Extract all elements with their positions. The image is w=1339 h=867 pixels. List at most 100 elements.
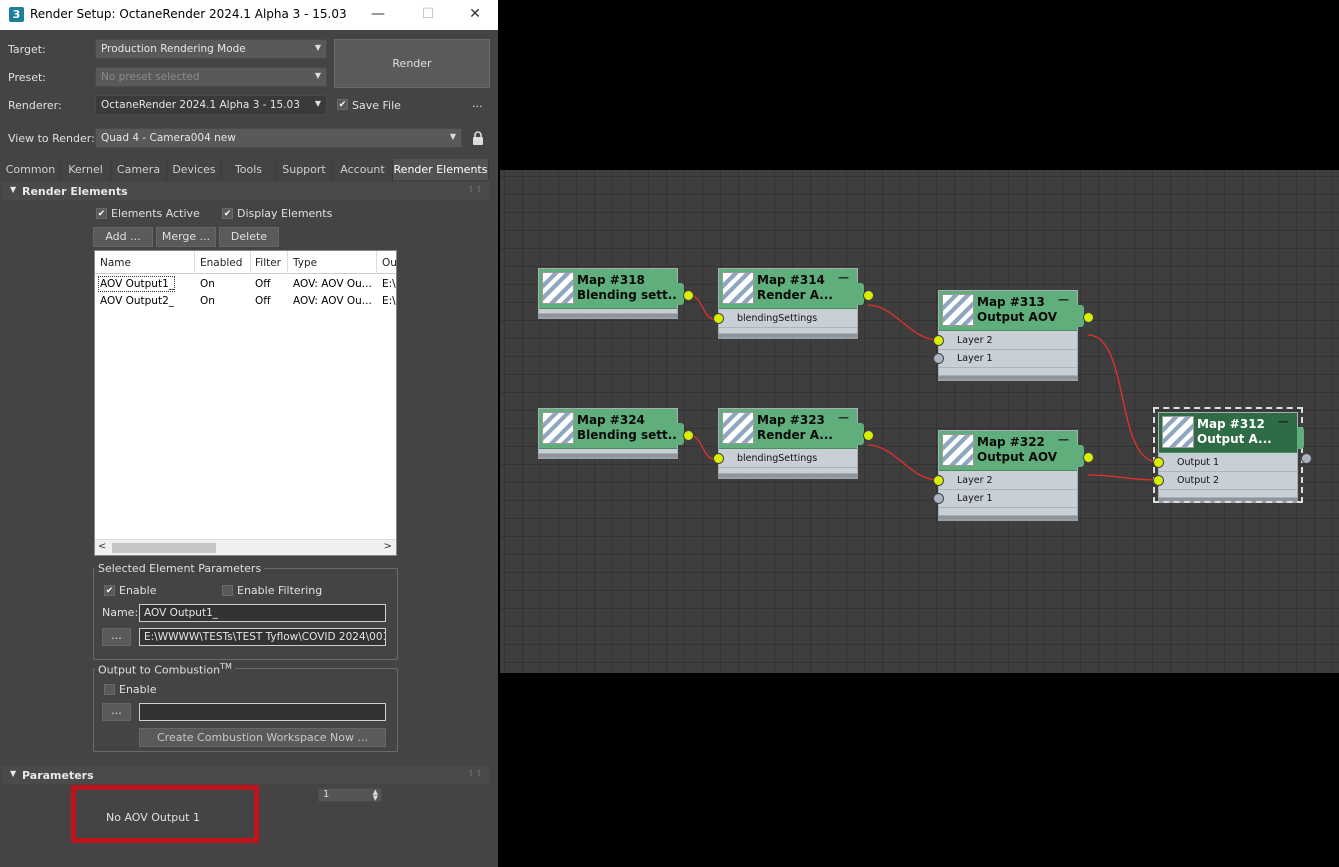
dropdown-arrow-icon: ▼ [449, 132, 456, 141]
lock-icon[interactable] [472, 131, 484, 145]
preset-dropdown[interactable]: No preset selected ▼ [95, 67, 327, 87]
render-button[interactable]: Render [334, 39, 490, 88]
node-header[interactable]: Map #314 Render A... — [719, 269, 857, 309]
aov-index-spinner[interactable]: 1 ▲ ▼ [318, 788, 382, 802]
node-header[interactable]: Map #318 Blending sett... [539, 269, 681, 309]
node-map-id: Map #313 [977, 295, 1045, 309]
node-title: Map #318 Blending sett... [577, 273, 681, 303]
node-title: Map #314 Render A... [757, 273, 833, 303]
tab-devices[interactable]: Devices [167, 159, 222, 180]
renderer-dropdown[interactable]: OctaneRender 2024.1 Alpha 3 - 15.03 ▼ [95, 95, 327, 115]
input-socket[interactable] [933, 493, 944, 504]
input-slot[interactable]: blendingSettings [713, 310, 857, 328]
tab-tools[interactable]: Tools [222, 159, 276, 180]
tab-render-elements[interactable]: Render Elements [393, 159, 489, 180]
collapse-node-button[interactable]: — [1058, 433, 1069, 446]
element-name-field[interactable]: AOV Output1_ [139, 604, 386, 622]
output-socket[interactable] [683, 290, 694, 301]
node-map-324[interactable]: Map #324 Blending sett... [538, 408, 694, 454]
combustion-browse-button[interactable]: ... [102, 703, 131, 721]
scroll-left-icon[interactable]: < [98, 541, 106, 552]
output-path-field[interactable]: E:\WWWW\TESTs\TEST Tyflow\COVID 2024\001… [139, 628, 386, 646]
parameters-rollout-header[interactable]: ▼ Parameters ⋮⋮ [2, 766, 489, 784]
node-header[interactable]: Map #322 Output AOV — [939, 431, 1077, 471]
column-header-enabled[interactable]: Enabled [200, 257, 242, 269]
selected-element-parameters-title: Selected Element Parameters [95, 562, 265, 575]
merge-element-button[interactable]: Merge ... [156, 227, 216, 247]
column-header-type[interactable]: Type [293, 257, 317, 269]
input-socket[interactable] [1153, 457, 1164, 468]
horizontal-scrollbar[interactable]: < > [95, 539, 396, 555]
node-map-314[interactable]: Map #314 Render A... — blendingSettings [713, 268, 874, 334]
column-header-output[interactable]: Ou [382, 257, 396, 269]
node-header[interactable]: Map #323 Render A... — [719, 409, 857, 449]
node-header[interactable]: Map #313 Output AOV — [939, 291, 1077, 331]
display-elements-checkbox[interactable] [222, 208, 233, 219]
input-slot[interactable]: Output 1 [1153, 454, 1297, 472]
tab-support[interactable]: Support [276, 159, 333, 180]
node-header[interactable]: Map #324 Blending sett... [539, 409, 681, 449]
input-slot[interactable]: Layer 1 [933, 490, 1077, 508]
maximize-button[interactable]: ☐ [405, 3, 451, 27]
input-socket[interactable] [933, 353, 944, 364]
table-row[interactable]: AOV Output2_ On Off AOV: AOV Ou... E:\ [95, 293, 396, 310]
browse-path-button[interactable]: ... [102, 628, 131, 646]
output-socket[interactable] [1083, 312, 1094, 323]
render-elements-rollout-header[interactable]: ▼ Render Elements ⋮⋮ [2, 182, 489, 200]
input-socket[interactable] [1153, 475, 1164, 486]
minimize-button[interactable]: — [355, 3, 401, 27]
delete-element-button[interactable]: Delete [219, 227, 279, 247]
table-row[interactable]: AOV Output1_ On Off AOV: AOV Ou... E:\ [95, 276, 396, 293]
node-map-322[interactable]: Map #322 Output AOV — Layer 2 Layer 1 [933, 430, 1094, 516]
combustion-enable-checkbox[interactable] [104, 684, 115, 695]
input-slot[interactable]: Layer 2 [933, 332, 1077, 350]
input-socket[interactable] [713, 453, 724, 464]
close-button[interactable]: ✕ [452, 3, 498, 27]
more-options-button[interactable]: ... [472, 97, 483, 110]
input-slot[interactable]: Layer 2 [933, 472, 1077, 490]
output-socket[interactable] [1301, 453, 1312, 464]
collapse-node-button[interactable]: — [838, 271, 849, 284]
input-slot[interactable]: Output 2 [1153, 472, 1297, 490]
input-socket[interactable] [933, 475, 944, 486]
node-header[interactable]: Map #312 Output A... — [1159, 413, 1297, 453]
save-file-checkbox[interactable] [337, 99, 348, 110]
map-thumbnail-icon [942, 294, 974, 326]
output-socket[interactable] [683, 430, 694, 441]
scrollbar-thumb[interactable] [112, 543, 216, 553]
input-socket[interactable] [713, 313, 724, 324]
tab-camera[interactable]: Camera [111, 159, 167, 180]
collapse-node-button[interactable]: — [1058, 293, 1069, 306]
node-map-312[interactable]: Map #312 Output A... — Output 1 Output 2 [1153, 407, 1312, 503]
collapse-node-button[interactable]: — [838, 411, 849, 424]
tab-kernel[interactable]: Kernel [61, 159, 111, 180]
output-socket[interactable] [863, 430, 874, 441]
input-slot[interactable]: blendingSettings [713, 450, 857, 468]
elements-active-checkbox[interactable] [96, 208, 107, 219]
enable-checkbox[interactable] [104, 585, 115, 596]
tab-account[interactable]: Account [333, 159, 393, 180]
enable-filtering-checkbox[interactable] [222, 585, 233, 596]
column-header-filter[interactable]: Filter [255, 257, 281, 269]
render-elements-list[interactable]: Name Enabled Filter Type Ou AOV Output1_… [94, 250, 397, 556]
add-element-button[interactable]: Add ... [93, 227, 153, 247]
node-editor-canvas[interactable]: Map #318 Blending sett... Map #314 Render A… [500, 170, 1339, 673]
output-socket[interactable] [1083, 452, 1094, 463]
column-header-name[interactable]: Name [100, 257, 131, 269]
node-map-323[interactable]: Map #323 Render A... — blendingSettings [713, 408, 874, 474]
tab-common[interactable]: Common [1, 159, 61, 180]
scroll-right-icon[interactable]: > [384, 541, 392, 552]
create-combustion-workspace-button[interactable]: Create Combustion Workspace Now ... [139, 728, 386, 747]
input-slot[interactable]: Layer 1 [933, 350, 1077, 368]
node-map-318[interactable]: Map #318 Blending sett... [538, 268, 694, 314]
node-output-tab [1297, 427, 1304, 449]
collapse-node-button[interactable]: — [1278, 415, 1289, 428]
input-socket[interactable] [933, 335, 944, 346]
spinner-arrows-icon[interactable]: ▲ ▼ [373, 789, 378, 802]
combustion-path-field[interactable] [139, 703, 386, 721]
output-socket[interactable] [863, 290, 874, 301]
elements-active-label: Elements Active [111, 207, 200, 220]
node-map-313[interactable]: Map #313 Output AOV — Layer 2 Layer 1 [933, 290, 1094, 376]
view-to-render-dropdown[interactable]: Quad 4 - Camera004 new ▼ [95, 128, 462, 148]
target-dropdown[interactable]: Production Rendering Mode ▼ [95, 39, 327, 59]
